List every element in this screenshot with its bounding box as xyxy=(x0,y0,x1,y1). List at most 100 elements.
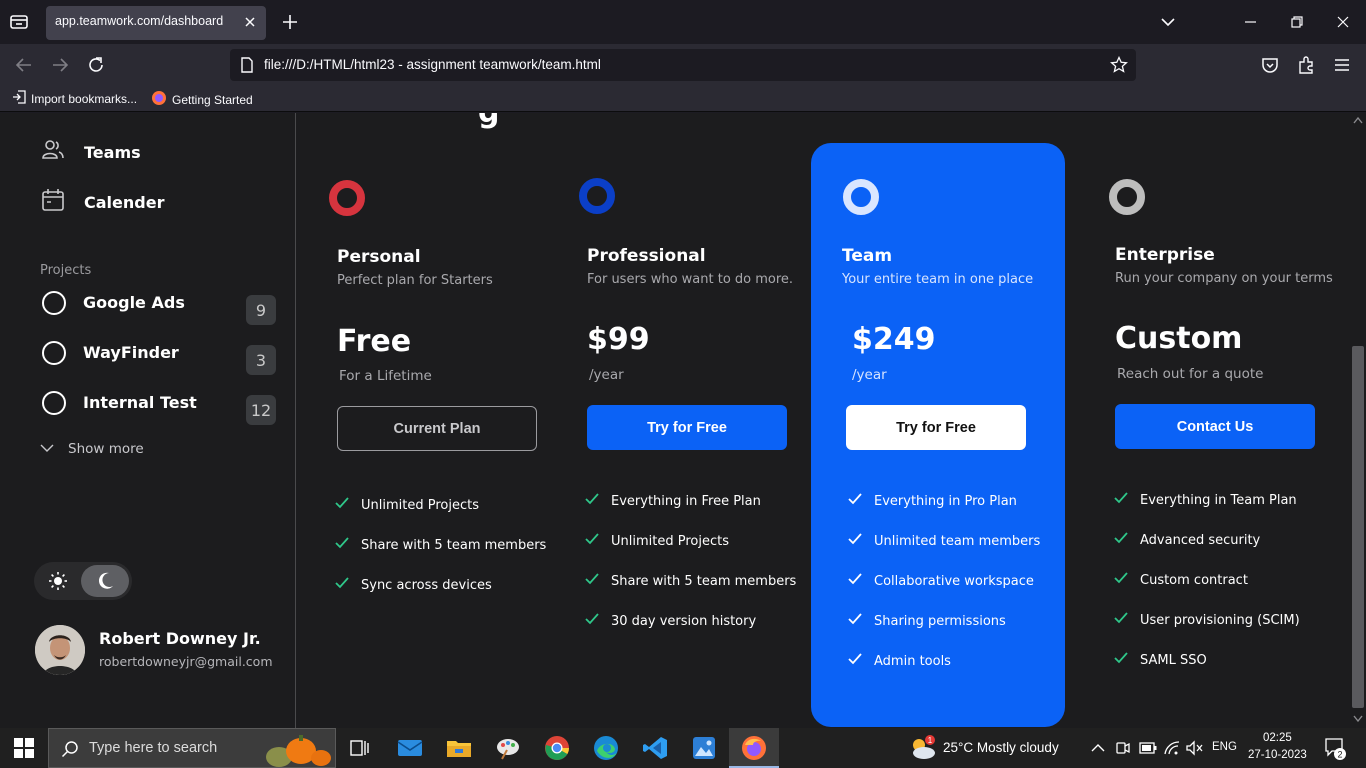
check-icon xyxy=(335,576,349,589)
extensions-icon[interactable] xyxy=(1295,54,1317,76)
feature-text: Unlimited team members xyxy=(874,534,1041,549)
project-name: Internal Test xyxy=(83,393,197,412)
url-bar[interactable]: file:///D:/HTML/html23 - assignment team… xyxy=(230,49,1136,81)
check-icon xyxy=(848,572,862,585)
page-scrollbar[interactable] xyxy=(1350,113,1366,728)
feature-item: 30 day version history xyxy=(585,612,796,652)
chrome-icon[interactable] xyxy=(539,734,575,762)
bookmark-import[interactable]: Import bookmarks... xyxy=(12,90,137,107)
bookmark-getting-started[interactable]: Getting Started xyxy=(151,90,253,109)
feature-list: Everything in Pro Plan Unlimited team me… xyxy=(848,492,1040,692)
project-wayfinder[interactable]: WayFinder 3 xyxy=(40,339,282,377)
check-icon xyxy=(585,492,599,505)
scroll-up-icon[interactable] xyxy=(1353,116,1363,124)
plan-logo-icon xyxy=(329,180,365,216)
clock-time[interactable]: 02:25 xyxy=(1263,732,1292,744)
windows-start-icon[interactable] xyxy=(14,738,34,758)
user-name: Robert Downey Jr. xyxy=(99,629,261,648)
volume-muted-icon[interactable] xyxy=(1183,734,1205,762)
check-icon xyxy=(585,532,599,545)
pocket-icon[interactable] xyxy=(1259,54,1281,76)
try-for-free-button[interactable]: Try for Free xyxy=(846,405,1026,450)
forward-arrow-icon[interactable] xyxy=(49,54,71,76)
language-indicator[interactable]: ENG xyxy=(1212,741,1237,753)
feature-item: Share with 5 team members xyxy=(335,536,546,576)
feature-item: Collaborative workspace xyxy=(848,572,1040,612)
feature-text: Sync across devices xyxy=(361,578,492,593)
taskbar-search-input[interactable]: Type here to search xyxy=(48,728,336,768)
avatar[interactable] xyxy=(35,625,85,675)
scroll-down-icon[interactable] xyxy=(1353,715,1363,723)
plan-logo-icon xyxy=(579,178,615,214)
project-status-circle-icon[interactable] xyxy=(42,341,66,365)
bookmark-label: Import bookmarks... xyxy=(31,91,138,106)
sun-icon[interactable] xyxy=(48,571,68,591)
weather-cloud-icon[interactable]: 1 xyxy=(906,734,940,762)
meet-now-icon[interactable] xyxy=(1113,734,1133,762)
clock-date[interactable]: 27-10-2023 xyxy=(1248,749,1307,761)
show-more-button[interactable]: Show more xyxy=(40,441,144,457)
photos-icon[interactable] xyxy=(686,734,722,762)
plan-price: Free xyxy=(337,324,412,359)
sidebar: Teams Calender Projects Google Ads 9 Way… xyxy=(0,113,296,728)
scrollbar-thumb[interactable] xyxy=(1352,346,1364,708)
try-for-free-button[interactable]: Try for Free xyxy=(587,405,787,450)
windows-taskbar: Type here to search 1 25°C Mostly cloudy xyxy=(0,728,1366,768)
check-icon xyxy=(848,612,862,625)
vscode-icon[interactable] xyxy=(637,734,673,762)
menu-icon[interactable] xyxy=(1331,54,1353,76)
feature-item: Unlimited team members xyxy=(848,532,1040,572)
plan-card-personal: Personal Perfect plan for Starters Free … xyxy=(327,143,581,727)
show-more-label: Show more xyxy=(68,441,144,457)
current-plan-button[interactable]: Current Plan xyxy=(337,406,537,451)
mail-icon[interactable] xyxy=(392,734,428,762)
plan-logo-icon xyxy=(1109,179,1145,215)
project-status-circle-icon[interactable] xyxy=(42,291,66,315)
reload-icon[interactable] xyxy=(85,54,107,76)
paint-app-icon[interactable] xyxy=(490,734,526,762)
project-google-ads[interactable]: Google Ads 9 xyxy=(40,289,282,327)
plan-description: Perfect plan for Starters xyxy=(337,273,493,288)
projects-heading: Projects xyxy=(40,263,92,278)
edge-icon[interactable] xyxy=(588,734,624,762)
contact-us-button[interactable]: Contact Us xyxy=(1115,404,1315,449)
plan-card-enterprise: Enterprise Run your company on your term… xyxy=(1105,143,1350,727)
chevron-down-icon[interactable] xyxy=(1158,12,1178,32)
active-tab[interactable]: app.teamwork.com/dashboard xyxy=(46,6,266,40)
theme-toggle[interactable] xyxy=(34,562,132,600)
file-explorer-icon[interactable] xyxy=(441,734,477,762)
tab-list-icon[interactable] xyxy=(8,12,30,32)
wifi-icon[interactable] xyxy=(1161,734,1183,762)
plan-description: Run your company on your terms xyxy=(1115,271,1333,286)
close-window-icon[interactable] xyxy=(1333,12,1353,32)
sidebar-item-calender[interactable]: Calender xyxy=(40,187,164,217)
feature-list: Everything in Free Plan Unlimited Projec… xyxy=(585,492,796,652)
restore-icon[interactable] xyxy=(1287,12,1307,32)
chevron-up-icon[interactable] xyxy=(1088,734,1108,762)
notifications-icon[interactable]: 2 xyxy=(1324,736,1346,760)
check-icon xyxy=(1114,491,1128,504)
firefox-icon xyxy=(151,90,167,109)
project-status-circle-icon[interactable] xyxy=(42,391,66,415)
bookmark-star-icon[interactable] xyxy=(1110,55,1128,74)
minimize-icon[interactable] xyxy=(1241,12,1261,32)
plan-description: Your entire team in one place xyxy=(842,272,1034,287)
firefox-taskbar-icon[interactable] xyxy=(736,734,772,762)
back-arrow-icon[interactable] xyxy=(13,54,35,76)
bookmarks-bar: Import bookmarks... Getting Started xyxy=(0,86,1366,112)
plan-period: Reach out for a quote xyxy=(1117,366,1264,382)
check-icon xyxy=(335,496,349,509)
check-icon xyxy=(585,572,599,585)
moon-icon[interactable] xyxy=(81,565,129,597)
close-tab-icon[interactable] xyxy=(242,14,258,30)
sidebar-item-teams[interactable]: Teams xyxy=(40,137,141,167)
new-tab-icon[interactable] xyxy=(280,12,300,32)
plan-period: For a Lifetime xyxy=(339,368,432,384)
battery-icon[interactable] xyxy=(1137,734,1159,762)
check-icon xyxy=(1114,651,1128,664)
project-internal-test[interactable]: Internal Test 12 xyxy=(40,389,282,427)
plan-price: Custom xyxy=(1115,321,1243,356)
task-view-icon[interactable] xyxy=(342,734,378,762)
weather-text[interactable]: 25°C Mostly cloudy xyxy=(943,740,1059,755)
project-count-badge: 3 xyxy=(246,345,276,375)
